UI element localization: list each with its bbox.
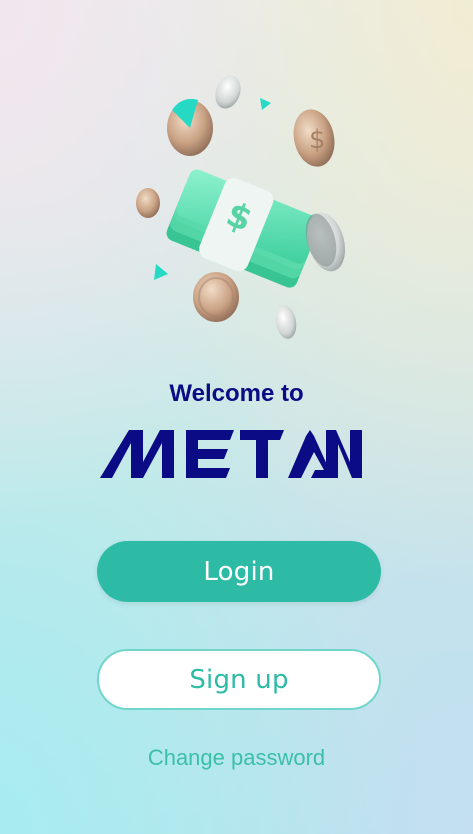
signup-button[interactable]: Sign up: [97, 649, 381, 710]
brand-logo: [100, 430, 362, 478]
change-password-link[interactable]: Change password: [0, 745, 473, 771]
svg-text:$: $: [309, 125, 326, 155]
welcome-heading: Welcome to: [169, 380, 304, 407]
login-button[interactable]: Login: [97, 541, 381, 602]
money-illustration-icon: $ $: [128, 70, 352, 345]
